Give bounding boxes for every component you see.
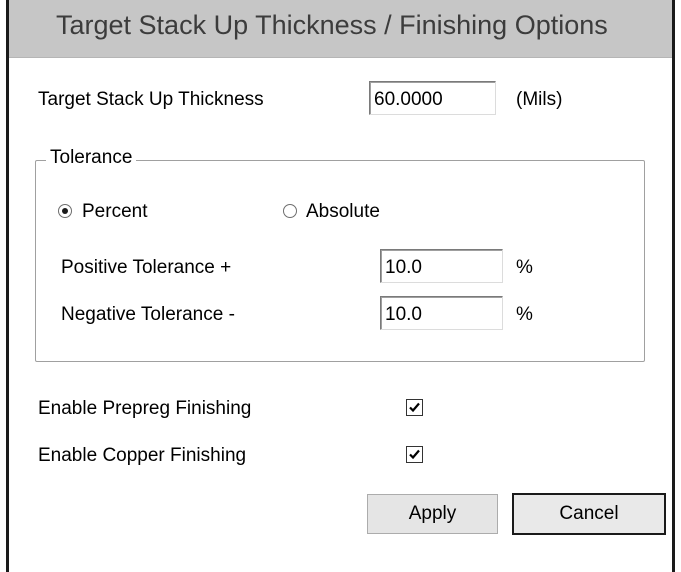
thickness-label: Target Stack Up Thickness bbox=[38, 89, 264, 110]
window-title: Target Stack Up Thickness / Finishing Op… bbox=[56, 10, 608, 40]
thickness-input[interactable] bbox=[369, 81, 496, 115]
radio-selected-icon bbox=[58, 204, 72, 218]
check-mark-icon bbox=[409, 449, 420, 460]
copper-finishing-checkbox[interactable] bbox=[406, 446, 423, 463]
positive-tolerance-unit: % bbox=[516, 257, 533, 278]
positive-tolerance-input[interactable] bbox=[380, 249, 503, 283]
negative-tolerance-input[interactable] bbox=[380, 296, 503, 330]
window-frame-left bbox=[6, 0, 9, 572]
negative-tolerance-unit: % bbox=[516, 304, 533, 325]
window-frame-right bbox=[672, 0, 675, 572]
check-mark-icon bbox=[409, 402, 420, 413]
radio-percent-label: Percent bbox=[82, 201, 148, 222]
cancel-button[interactable]: Cancel bbox=[512, 493, 666, 535]
positive-tolerance-label: Positive Tolerance + bbox=[61, 257, 232, 278]
radio-absolute[interactable]: Absolute bbox=[283, 198, 433, 226]
copper-finishing-label: Enable Copper Finishing bbox=[38, 445, 247, 466]
radio-absolute-label: Absolute bbox=[306, 201, 380, 222]
radio-percent[interactable]: Percent bbox=[58, 198, 208, 226]
thickness-unit: (Mils) bbox=[516, 89, 563, 110]
prepreg-finishing-checkbox[interactable] bbox=[406, 399, 423, 416]
tolerance-group-label: Tolerance bbox=[46, 147, 137, 169]
prepreg-finishing-label: Enable Prepreg Finishing bbox=[38, 398, 252, 419]
apply-button[interactable]: Apply bbox=[367, 494, 498, 534]
title-bar[interactable]: Target Stack Up Thickness / Finishing Op… bbox=[9, 0, 672, 58]
negative-tolerance-label: Negative Tolerance - bbox=[61, 304, 235, 325]
target-stack-up-dialog: Target Stack Up Thickness / Finishing Op… bbox=[0, 0, 681, 572]
radio-unselected-icon bbox=[283, 204, 297, 218]
